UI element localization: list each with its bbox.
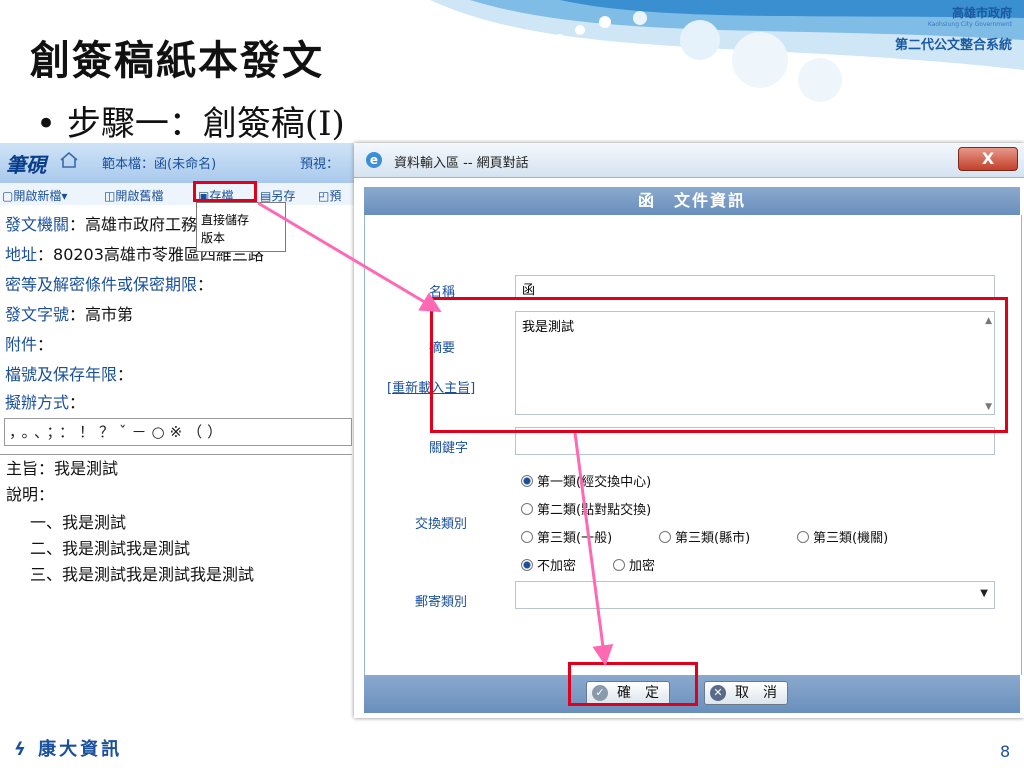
preview-button[interactable]: ◰預 bbox=[318, 187, 341, 204]
home-icon[interactable] bbox=[60, 152, 78, 168]
radio-icon bbox=[613, 559, 625, 571]
body-item: 三、我是測試我是測試我是測試 bbox=[30, 565, 255, 584]
chevron-down-icon[interactable]: ▼ bbox=[980, 588, 988, 599]
punctuation-bar[interactable]: ，。、；：！？ˇ－○※（） bbox=[4, 418, 352, 446]
exchange-radio-4[interactable]: 第三類(縣市) bbox=[659, 527, 750, 546]
field-key: 檔號及保存年限 bbox=[5, 365, 118, 384]
field-key: 附件 bbox=[5, 335, 38, 354]
radio-selected-icon bbox=[521, 475, 533, 487]
exchange-radio-2[interactable]: 第二類(點對點交換) bbox=[521, 499, 651, 518]
field-value: ： bbox=[37, 335, 54, 354]
government-logo: 高雄市政府 Kaohsiung City Government 第二代公文整合系… bbox=[862, 4, 1012, 64]
new-file-button[interactable]: ▢開啟新檔▾ bbox=[2, 187, 67, 204]
preview-label: 預視： bbox=[300, 157, 340, 172]
dialog-form: 名稱 函 摘要 我是測試 ▲ ▼ [重新載入主旨] 關鍵字 交換類別 第一類(經… bbox=[364, 215, 1022, 675]
save-dropdown-menu: 直接儲存 版本 bbox=[196, 202, 286, 252]
field-key: 擬辦方式 bbox=[5, 393, 70, 412]
field-file-number: 檔號及保存年限： bbox=[5, 361, 133, 385]
new-file-label: 開啟新檔▾ bbox=[13, 189, 68, 203]
save-as-label: 另存 bbox=[271, 189, 296, 203]
field-value: ： bbox=[117, 365, 134, 384]
editor-logo: 筆硯 bbox=[6, 153, 46, 177]
radio-label: 不加密 bbox=[537, 559, 577, 574]
dialog-title: 資料輸入區 -- 網頁對話 bbox=[394, 156, 529, 171]
radio-label: 第三類(縣市) bbox=[675, 531, 751, 546]
menu-item-direct-save[interactable]: 直接儲存 bbox=[201, 211, 249, 228]
radio-label: 第二類(點對點交換) bbox=[537, 503, 652, 518]
cancel-button[interactable]: ✕ 取 消 bbox=[704, 681, 788, 705]
field-secrecy: 密等及解密條件或保密期限： bbox=[5, 271, 213, 295]
company-name: 康大資訊 bbox=[38, 739, 123, 760]
confirm-highlight bbox=[568, 662, 698, 706]
exchange-radio-1[interactable]: 第一類(經交換中心) bbox=[521, 471, 651, 490]
body-item: 一、我是測試 bbox=[30, 513, 127, 532]
radio-label: 第一類(經交換中心) bbox=[537, 475, 652, 490]
radio-icon bbox=[797, 531, 809, 543]
field-value: ：高市第 bbox=[69, 305, 134, 324]
field-key: 發文字號 bbox=[5, 305, 70, 324]
template-label: 範本檔：函(未命名) bbox=[102, 157, 217, 172]
field-value: ： bbox=[197, 275, 214, 294]
preview-button-label: 預 bbox=[329, 189, 342, 203]
abstract-highlight bbox=[430, 297, 1008, 433]
slide-title: 創簽稿紙本發文 bbox=[30, 37, 324, 84]
open-file-label: 開啟舊檔 bbox=[115, 189, 164, 203]
encrypt-radio-none[interactable]: 不加密 bbox=[521, 555, 576, 574]
exchange-radio-5[interactable]: 第三類(機關) bbox=[797, 527, 888, 546]
name-input[interactable]: 函 bbox=[515, 275, 995, 299]
close-button[interactable]: X bbox=[958, 147, 1018, 171]
editor-top-bar: 筆硯 範本檔：函(未命名) 預視： bbox=[0, 143, 372, 183]
logo-subtitle: Kaohsiung City Government bbox=[927, 21, 1012, 28]
dialog-header: 函 文件資訊 bbox=[364, 187, 1020, 215]
logo-system-name: 第二代公文整合系統 bbox=[894, 38, 1012, 53]
exchange-radio-3[interactable]: 第三類(一般) bbox=[521, 527, 612, 546]
field-key: 地址 bbox=[5, 245, 38, 264]
slide-bullet: • 步驟一：創簽稿(I) bbox=[36, 104, 345, 144]
save-button-highlight bbox=[193, 181, 257, 202]
field-attachment: 附件： bbox=[5, 331, 53, 355]
dialog-titlebar: e 資料輸入區 -- 網頁對話 X bbox=[354, 143, 1024, 178]
radio-icon bbox=[521, 503, 533, 515]
field-doc-number: 發文字號：高市第 bbox=[5, 301, 133, 325]
menu-item-version[interactable]: 版本 bbox=[201, 229, 225, 246]
radio-label: 第三類(一般) bbox=[537, 531, 613, 546]
body-subject: 主旨：我是測試 bbox=[6, 459, 119, 478]
field-key: 發文機關 bbox=[5, 215, 70, 234]
field-value: ： bbox=[69, 393, 86, 412]
open-file-button[interactable]: ◫開啟舊檔 bbox=[104, 187, 163, 204]
company-logo: ϟ 康大資訊 bbox=[14, 735, 122, 761]
page-number: 8 bbox=[1000, 742, 1011, 761]
close-icon: ✕ bbox=[710, 685, 726, 701]
field-key: 密等及解密條件或保密期限 bbox=[5, 275, 198, 294]
radio-selected-icon bbox=[521, 559, 533, 571]
editor-toolbar: ▢開啟新檔▾ ◫開啟舊檔 ▣存檔 ▤另存 ◰預 bbox=[0, 183, 372, 205]
encrypt-radio-yes[interactable]: 加密 bbox=[613, 555, 655, 574]
keyword-label: 關鍵字 bbox=[429, 441, 469, 456]
body-description-label: 說明： bbox=[6, 485, 55, 504]
logo-title: 高雄市政府 bbox=[951, 6, 1012, 20]
browser-icon: e bbox=[366, 152, 382, 168]
field-handling: 擬辦方式： bbox=[5, 389, 85, 413]
radio-label: 加密 bbox=[629, 559, 656, 574]
mail-select[interactable]: ▼ bbox=[515, 581, 995, 609]
radio-icon bbox=[659, 531, 671, 543]
cancel-label: 取 消 bbox=[735, 685, 777, 701]
exchange-label: 交換類別 bbox=[415, 517, 468, 532]
body-item: 二、我是測試我是測試 bbox=[30, 539, 191, 558]
mail-label: 郵寄類別 bbox=[415, 595, 468, 610]
company-swoosh-icon: ϟ bbox=[14, 739, 29, 760]
radio-icon bbox=[521, 531, 533, 543]
radio-label: 第三類(機關) bbox=[813, 531, 889, 546]
document-body[interactable]: 主旨：我是測試 說明： 一、我是測試 二、我是測試我是測試 三、我是測試我是測試… bbox=[0, 454, 352, 715]
